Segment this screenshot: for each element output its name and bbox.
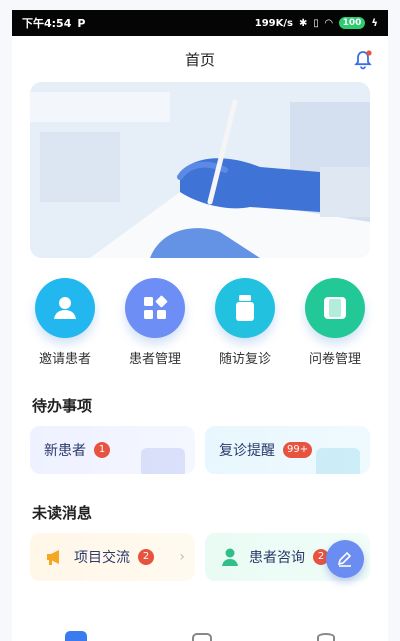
messages-section-title: 未读消息 xyxy=(32,504,93,522)
count-badge: 1 xyxy=(94,442,110,458)
patient-management-entry[interactable]: 患者管理 xyxy=(111,278,199,367)
revisit-reminder-card[interactable]: 复诊提醒 99+ xyxy=(205,426,370,474)
feature-grid: 邀请患者 患者管理 随访复诊 问卷管理 xyxy=(12,258,388,367)
home-tab-icon[interactable] xyxy=(64,631,87,641)
medicine-icon xyxy=(316,448,360,474)
edit-fab-button[interactable] xyxy=(326,540,364,578)
briefcase-icon xyxy=(141,448,185,474)
network-speed: 199K/s xyxy=(254,17,293,29)
pencil-icon xyxy=(337,551,352,567)
page-title: 首页 xyxy=(184,50,215,69)
banner-image[interactable] xyxy=(30,82,370,258)
card-label: 复诊提醒 xyxy=(219,443,275,459)
briefcase-tab-icon[interactable] xyxy=(191,633,212,641)
invite-patient-entry[interactable]: 邀请患者 xyxy=(21,278,109,367)
bell-icon[interactable] xyxy=(352,49,374,71)
grid-label: 随访复诊 xyxy=(218,352,271,367)
card-label: 项目交流 xyxy=(74,550,130,566)
todo-cards: 新患者 1 复诊提醒 99+ xyxy=(12,416,388,474)
bottom-tab-bar xyxy=(12,623,388,641)
count-badge: 2 xyxy=(138,549,154,565)
profile-tab-icon[interactable] xyxy=(317,633,336,641)
status-bar: 下午4:54 P 199K/s ✱ ▯ ◠ 100 ϟ xyxy=(12,10,388,36)
app-screen: 下午4:54 P 199K/s ✱ ▯ ◠ 100 ϟ 首页 邀请患者 患者管理… xyxy=(12,10,388,641)
questionnaire-icon xyxy=(305,278,365,338)
medicine-bottle-icon xyxy=(215,278,275,338)
status-time: 下午4:54 xyxy=(22,17,72,30)
new-patient-card[interactable]: 新患者 1 xyxy=(30,426,195,474)
vibrate-icon: ▯ xyxy=(313,17,319,29)
bluetooth-icon: ✱ xyxy=(298,17,308,29)
project-exchange-card[interactable]: 项目交流 2 › xyxy=(30,533,195,581)
count-badge: 99+ xyxy=(283,442,313,458)
card-label: 患者咨询 xyxy=(249,550,305,566)
person-icon xyxy=(35,278,95,338)
notification-p-icon: P xyxy=(77,16,86,30)
grid-label: 问卷管理 xyxy=(308,352,361,367)
user-icon xyxy=(219,546,241,568)
battery-indicator: 100 xyxy=(338,17,366,29)
wifi-icon: ◠ xyxy=(324,17,333,29)
charging-icon: ϟ xyxy=(371,17,378,29)
top-navbar: 首页 xyxy=(12,36,388,82)
card-label: 新患者 xyxy=(44,443,86,459)
megaphone-icon xyxy=(44,546,66,568)
follow-up-entry[interactable]: 随访复诊 xyxy=(201,278,289,367)
questionnaire-entry[interactable]: 问卷管理 xyxy=(291,278,379,367)
apps-icon xyxy=(125,278,185,338)
chevron-right-icon: › xyxy=(179,549,185,565)
grid-label: 邀请患者 xyxy=(38,352,91,367)
todo-section-title: 待办事项 xyxy=(32,397,93,415)
grid-label: 患者管理 xyxy=(128,352,181,367)
gloved-hand-writing-illustration xyxy=(30,82,370,258)
